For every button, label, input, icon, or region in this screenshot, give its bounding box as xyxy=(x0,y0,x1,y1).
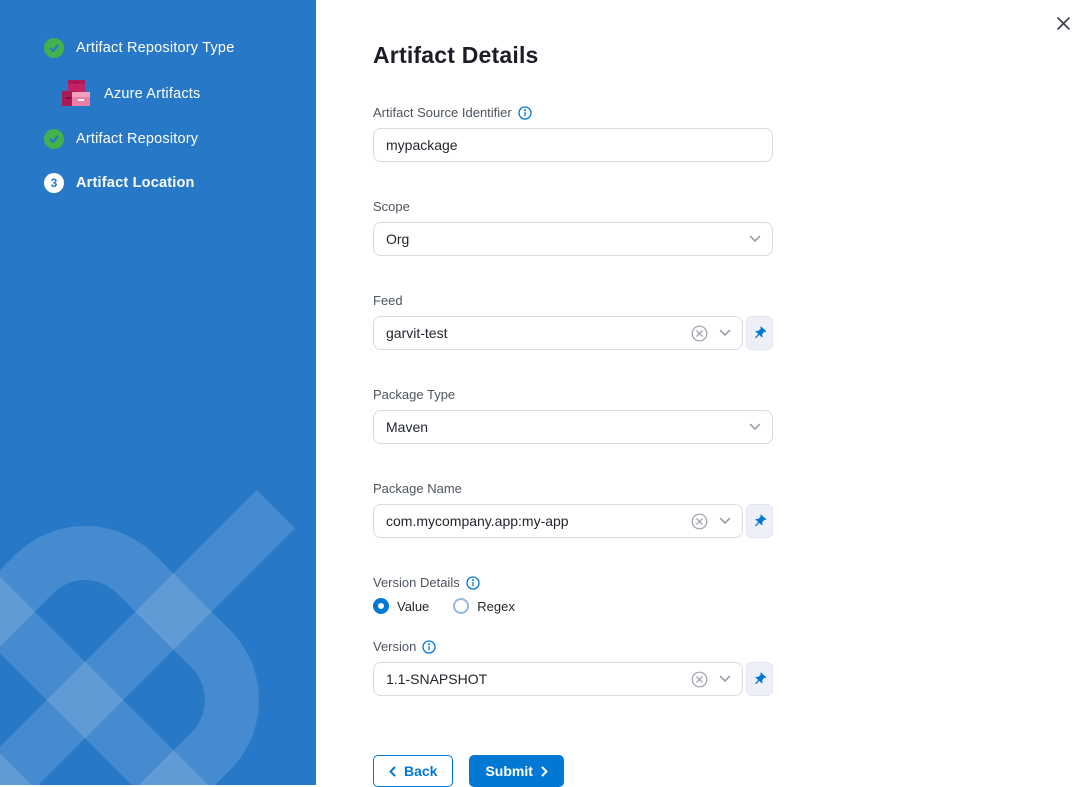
package-name-combobox[interactable] xyxy=(373,504,743,538)
chevron-down-icon[interactable] xyxy=(719,517,731,525)
field-scope: Scope Org xyxy=(373,199,773,256)
back-button-label: Back xyxy=(404,763,437,779)
info-icon[interactable] xyxy=(518,106,532,120)
field-label: Version Details xyxy=(373,575,460,590)
field-label: Artifact Source Identifier xyxy=(373,105,512,120)
radio-selected-icon xyxy=(373,598,389,614)
field-label: Package Type xyxy=(373,387,455,402)
step-label: Azure Artifacts xyxy=(104,86,200,102)
close-icon[interactable] xyxy=(1053,13,1073,33)
selected-value: Maven xyxy=(386,419,749,435)
version-input[interactable] xyxy=(386,671,691,687)
pin-icon[interactable] xyxy=(746,316,773,350)
feed-input[interactable] xyxy=(386,325,691,341)
step-sub-azure-artifacts: Azure Artifacts xyxy=(62,80,316,107)
pin-icon[interactable] xyxy=(746,662,773,696)
chevron-down-icon[interactable] xyxy=(749,423,761,431)
wizard-steps: Artifact Repository Type Azure Artifacts… xyxy=(44,38,316,193)
submit-button[interactable]: Submit xyxy=(469,755,563,787)
pin-icon[interactable] xyxy=(746,504,773,538)
radio-unselected-icon xyxy=(453,598,469,614)
chevron-right-icon xyxy=(541,766,548,777)
chevron-down-icon[interactable] xyxy=(749,235,761,243)
field-label: Feed xyxy=(373,293,403,308)
back-button[interactable]: Back xyxy=(373,755,453,787)
step-artifact-location[interactable]: 3 Artifact Location xyxy=(44,173,316,193)
package-name-input[interactable] xyxy=(386,513,691,529)
field-version: Version xyxy=(373,639,773,696)
form-actions: Back Submit xyxy=(373,755,773,787)
clear-circle-icon[interactable] xyxy=(691,325,708,342)
chevron-down-icon[interactable] xyxy=(719,329,731,337)
field-feed: Feed xyxy=(373,293,773,350)
radio-label: Value xyxy=(397,599,429,614)
harness-logo-watermark xyxy=(0,490,295,785)
artifact-source-identifier-input[interactable] xyxy=(386,137,761,153)
field-artifact-source-identifier: Artifact Source Identifier xyxy=(373,105,773,162)
azure-artifacts-icon xyxy=(62,80,92,107)
clear-circle-icon[interactable] xyxy=(691,513,708,530)
selected-value: Org xyxy=(386,231,749,247)
chevron-down-icon[interactable] xyxy=(719,675,731,683)
artifact-details-panel: Artifact Details Artifact Source Identif… xyxy=(316,0,1088,785)
step-label: Artifact Location xyxy=(76,175,195,191)
step-label: Artifact Repository xyxy=(76,131,198,147)
field-label: Version xyxy=(373,639,416,654)
info-icon[interactable] xyxy=(466,576,480,590)
submit-button-label: Submit xyxy=(485,763,532,779)
field-package-name: Package Name xyxy=(373,481,773,538)
feed-combobox[interactable] xyxy=(373,316,743,350)
chevron-left-icon xyxy=(389,766,396,777)
field-label: Scope xyxy=(373,199,410,214)
info-icon[interactable] xyxy=(422,640,436,654)
wizard-sidebar: Artifact Repository Type Azure Artifacts… xyxy=(0,0,316,785)
artifact-details-form: Artifact Source Identifier Scope Org xyxy=(373,105,773,787)
check-icon xyxy=(44,38,64,58)
radio-regex[interactable]: Regex xyxy=(453,598,515,614)
scope-select[interactable]: Org xyxy=(373,222,773,256)
package-type-select[interactable]: Maven xyxy=(373,410,773,444)
step-number-badge: 3 xyxy=(44,173,64,193)
step-artifact-repository-type[interactable]: Artifact Repository Type xyxy=(44,38,316,58)
version-combobox[interactable] xyxy=(373,662,743,696)
field-package-type: Package Type Maven xyxy=(373,387,773,444)
radio-label: Regex xyxy=(477,599,515,614)
field-version-details: Version Details Value Regex xyxy=(373,575,773,614)
radio-value[interactable]: Value xyxy=(373,598,429,614)
step-artifact-repository[interactable]: Artifact Repository xyxy=(44,129,316,149)
step-label: Artifact Repository Type xyxy=(76,40,234,56)
page-title: Artifact Details xyxy=(373,42,1088,69)
clear-circle-icon[interactable] xyxy=(691,671,708,688)
check-icon xyxy=(44,129,64,149)
field-label: Package Name xyxy=(373,481,462,496)
